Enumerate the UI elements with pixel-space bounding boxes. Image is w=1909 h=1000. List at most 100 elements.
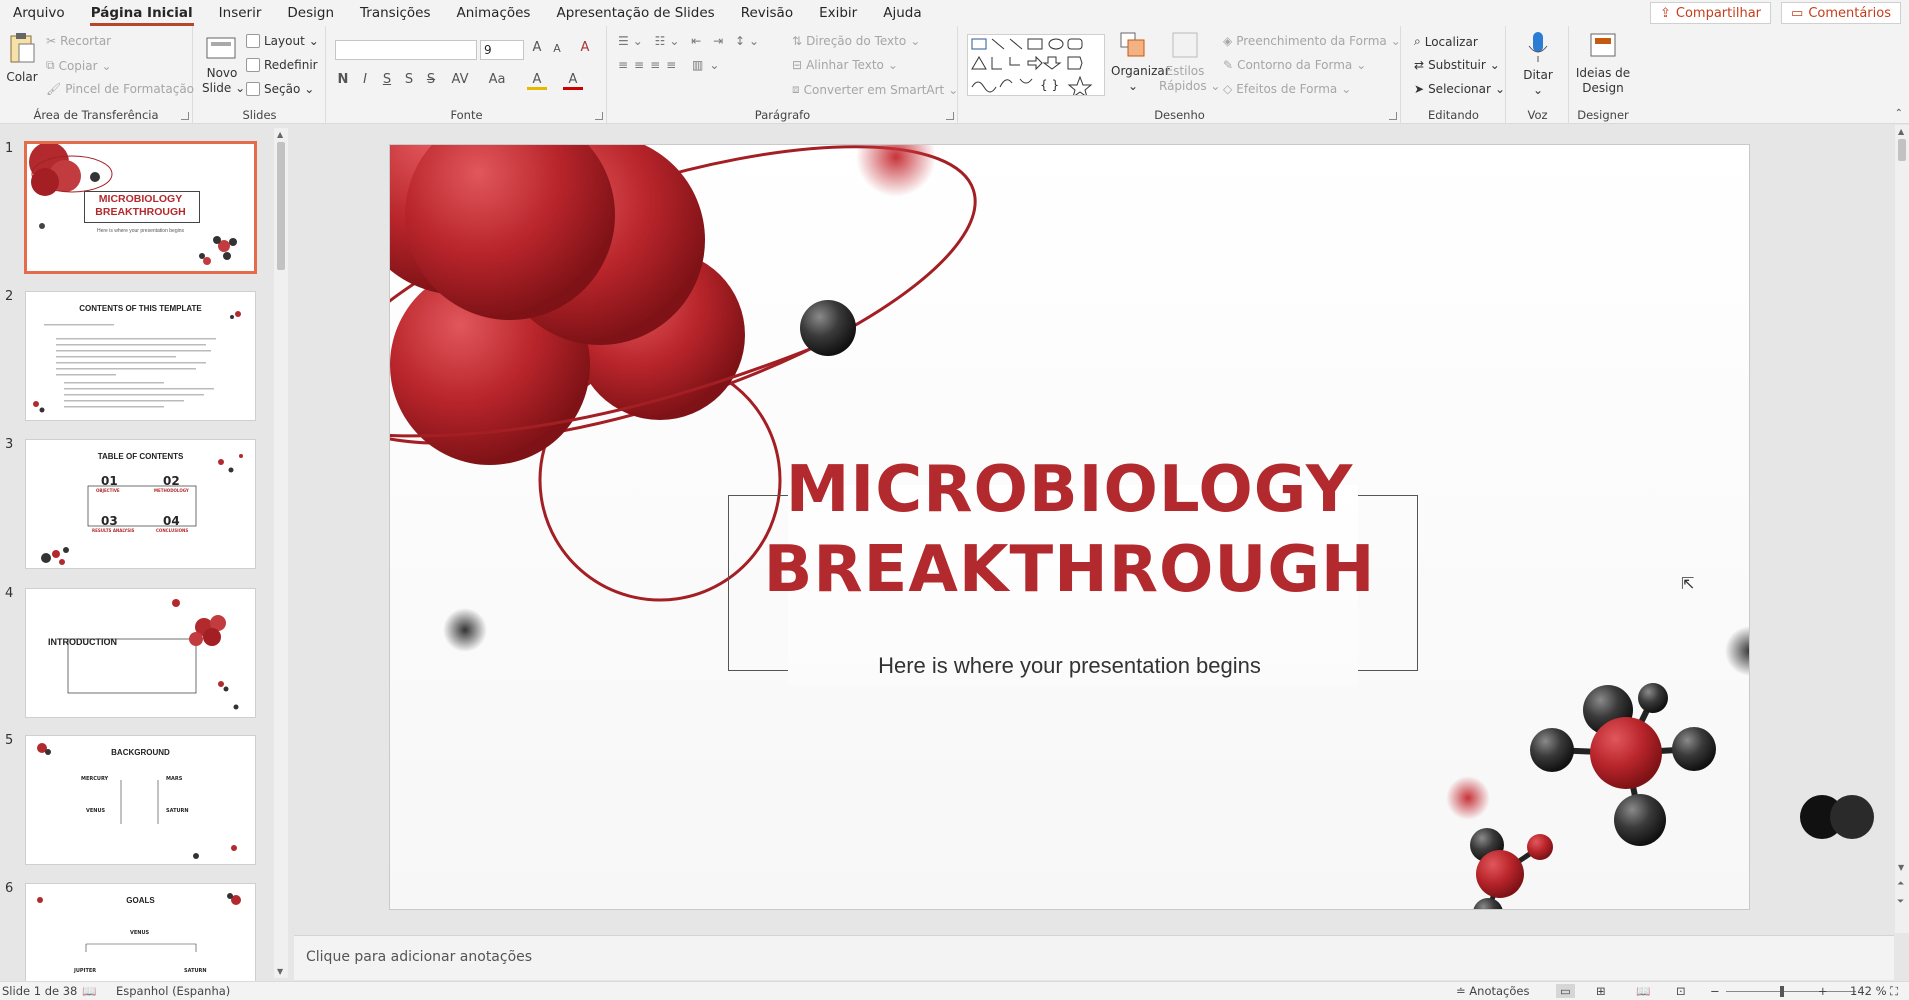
replace-button[interactable]: ⇄ Substituir ⌄ (1414, 58, 1500, 72)
clear-format-button[interactable]: A (575, 40, 595, 55)
comments-button[interactable]: ▭ Comentários (1781, 2, 1901, 24)
arrange-button[interactable]: Organizar ⌄ (1111, 30, 1170, 94)
slide-thumbnail-3[interactable]: TABLE OF CONTENTS 01 02 03 04 OBJECTIVE … (25, 439, 256, 569)
slide-thumbnail-2[interactable]: CONTENTS OF THIS TEMPLATE (25, 291, 256, 421)
reading-view-button[interactable]: 📖 (1636, 984, 1650, 998)
dictate-button[interactable]: Ditar ⌄ (1515, 30, 1561, 98)
align-buttons[interactable]: ≡≡≡≡ ▥⌄ (618, 58, 725, 72)
shape-outline-label: Contorno da Forma (1237, 58, 1353, 72)
slide-scrollbar[interactable]: ▲ ▼ ⏶ ⏷ (1895, 125, 1909, 933)
next-slide-icon[interactable]: ⏷ (1897, 897, 1904, 907)
bold-button[interactable]: N (333, 72, 353, 87)
layout-button[interactable]: Layout ⌄ (246, 34, 319, 48)
tab-ajuda[interactable]: Ajuda (870, 0, 934, 26)
thumb-item: MARS (166, 776, 183, 782)
highlight-button[interactable]: A (527, 72, 547, 90)
shape-outline-button[interactable]: ✎ Contorno da Forma ⌄ (1223, 58, 1366, 72)
slide-thumbnail-1[interactable]: MICROBIOLOGY BREAKTHROUGH Here is where y… (24, 141, 257, 274)
char-spacing-button[interactable]: AV (445, 72, 475, 87)
scroll-down-icon[interactable]: ▼ (277, 967, 283, 976)
section-button[interactable]: Seção ⌄ (246, 82, 314, 96)
shape-fill-button[interactable]: ◈ Preenchimento da Forma ⌄ (1223, 34, 1401, 48)
tab-exibir[interactable]: Exibir (806, 0, 870, 26)
shrink-font-button[interactable]: A (547, 42, 567, 55)
zoom-level[interactable]: 142 % (1850, 984, 1887, 998)
tab-apresentacao[interactable]: Apresentação de Slides (543, 0, 727, 26)
format-painter-button[interactable]: 🖌 Pincel de Formatação (46, 82, 194, 96)
zoom-out-button[interactable]: − (1710, 984, 1720, 998)
notes-pane[interactable]: Clique para adicionar anotações (294, 935, 1894, 980)
tab-design[interactable]: Design (274, 0, 347, 26)
thumb-item: VENUS (86, 808, 106, 814)
language-indicator[interactable]: Espanhol (Espanha) (116, 984, 230, 998)
design-ideas-button[interactable]: Ideias de Design (1574, 30, 1632, 96)
text-direction-button[interactable]: ⇅ Direção do Texto ⌄ (792, 34, 920, 48)
zoom-slider[interactable] (1726, 991, 1856, 992)
slide-number: 3 (5, 437, 14, 452)
background-diagram (37, 743, 237, 859)
find-button[interactable]: ⌕ Localizar (1414, 34, 1478, 49)
spellcheck-icon[interactable]: 📖 (82, 984, 96, 998)
reset-button[interactable]: Redefinir (246, 58, 318, 72)
shadow-button[interactable]: S (399, 72, 419, 87)
drawing-expand-icon[interactable] (1389, 112, 1397, 120)
slide-sorter-button[interactable]: ⊞ (1596, 984, 1606, 998)
thumbnail-scrollbar[interactable]: ▲ ▼ (274, 128, 288, 978)
zoom-in-button[interactable]: + (1818, 984, 1828, 998)
smartart-button[interactable]: ⧈ Converter em SmartArt ⌄ (792, 82, 958, 97)
select-button[interactable]: ➤ Selecionar ⌄ (1414, 82, 1505, 96)
slideshow-button[interactable]: ⊡ (1676, 984, 1686, 998)
brush-icon: 🖌 (46, 82, 62, 96)
underline-button[interactable]: S (377, 72, 397, 87)
scroll-up-icon[interactable]: ▲ (277, 130, 283, 139)
font-name-field[interactable] (335, 40, 477, 60)
main-slide[interactable]: MICROBIOLOGY BREAKTHROUGH Here is where … (389, 144, 1750, 910)
font-color-button[interactable]: A (563, 72, 583, 90)
tab-animacoes[interactable]: Animações (443, 0, 543, 26)
slide-title-line1[interactable]: MICROBIOLOGY (390, 450, 1749, 530)
scrollbar-thumb[interactable] (277, 142, 285, 270)
collapse-ribbon-icon[interactable]: ⌃ (1895, 108, 1903, 119)
scroll-down-icon[interactable]: ▼ (1898, 863, 1904, 872)
strikethrough-button[interactable]: S (421, 72, 441, 87)
cut-label: Recortar (60, 34, 112, 48)
chevron-down-icon: ⌄ (1532, 83, 1544, 97)
copy-button[interactable]: ⧉ Copiar ⌄ (46, 58, 112, 73)
list-buttons[interactable]: ☰⌄ ☷⌄ ⇤ ⇥ ↕⌄ (618, 34, 763, 48)
align-text-button[interactable]: ⊟ Alinhar Texto ⌄ (792, 58, 898, 72)
shape-effects-button[interactable]: ◇ Efeitos de Forma ⌄ (1223, 82, 1351, 96)
tab-pagina-inicial[interactable]: Página Inicial (78, 0, 206, 26)
normal-view-button[interactable]: ▭ (1556, 984, 1575, 998)
new-slide-button[interactable]: Novo Slide ⌄ (202, 32, 245, 96)
tab-arquivo[interactable]: Arquivo (0, 0, 78, 26)
offslide-shapes[interactable] (1798, 792, 1878, 842)
grow-font-button[interactable]: A (527, 40, 547, 55)
cut-button[interactable]: ✂ Recortar (46, 34, 111, 48)
share-button[interactable]: ⇪ Compartilhar (1649, 2, 1772, 24)
tab-revisao[interactable]: Revisão (728, 0, 806, 26)
italic-button[interactable]: I (355, 72, 375, 87)
scrollbar-thumb[interactable] (1898, 139, 1906, 161)
scroll-up-icon[interactable]: ▲ (1898, 127, 1904, 136)
fit-slide-icon[interactable]: ⛶ (1890, 984, 1898, 999)
slide-title-line2[interactable]: BREAKTHROUGH (390, 530, 1749, 610)
notes-toggle-button[interactable]: ≐ Anotações (1456, 984, 1529, 998)
notes-placeholder[interactable]: Clique para adicionar anotações (306, 949, 532, 965)
tab-transicoes[interactable]: Transições (347, 0, 443, 26)
paste-button[interactable]: Colar (6, 32, 38, 85)
change-case-button[interactable]: Aa (482, 72, 512, 87)
font-size-field[interactable]: 9 (480, 40, 524, 60)
prev-slide-icon[interactable]: ⏶ (1897, 879, 1904, 889)
slide-subtitle[interactable]: Here is where your presentation begins (390, 653, 1749, 679)
thumb-item: MERCURY (81, 776, 109, 782)
slide-thumbnail-5[interactable]: BACKGROUND MERCURY MARS VENUS SATURN (25, 735, 256, 865)
font-expand-icon[interactable] (595, 112, 603, 120)
clipboard-expand-icon[interactable] (181, 112, 189, 120)
shape-fill-label: Preenchimento da Forma (1236, 34, 1387, 48)
tab-inserir[interactable]: Inserir (206, 0, 275, 26)
shapes-gallery[interactable]: { } (967, 34, 1105, 99)
zoom-slider-thumb[interactable] (1780, 986, 1784, 997)
paragraph-expand-icon[interactable] (946, 112, 954, 120)
slide-thumbnail-4[interactable]: INTRODUCTION (25, 588, 256, 718)
quick-styles-button[interactable]: Estilos Rápidos ⌄ (1159, 30, 1220, 94)
